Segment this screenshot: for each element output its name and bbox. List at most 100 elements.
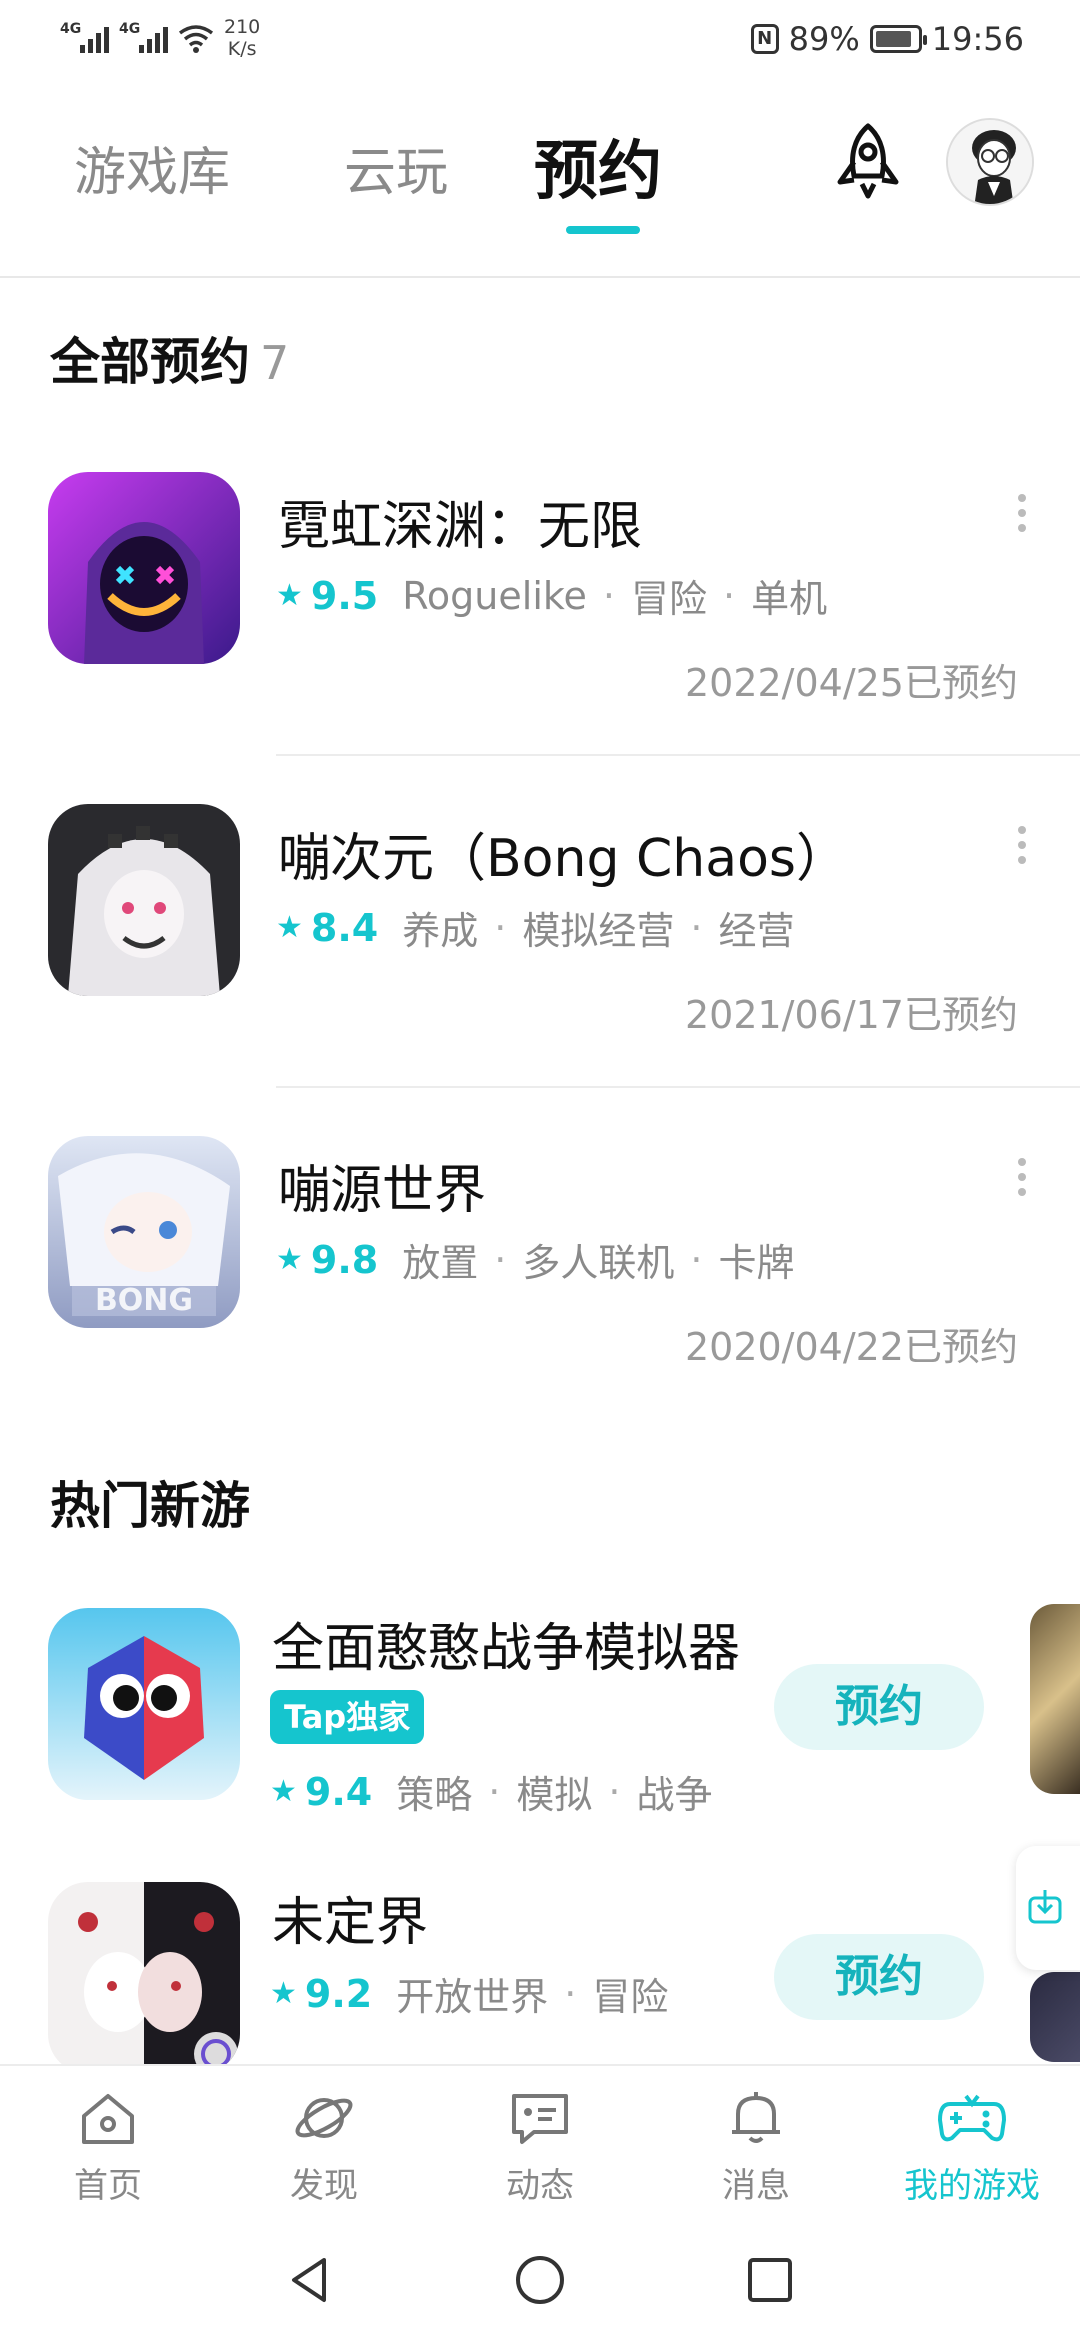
speed-unit: K/s: [227, 38, 257, 60]
list-item[interactable]: BONG 嘣源世界 ★ 9.8 放置 · 多人联机 · 卡牌 2020/04/22已…: [0, 1134, 1080, 1374]
game-tag: 经营: [718, 909, 795, 953]
star-icon: ★: [270, 1774, 297, 1809]
clock: 19:56: [931, 20, 1024, 58]
chat-icon: [512, 2094, 568, 2144]
list-item[interactable]: 霓虹深渊：无限 ★ 9.5 Roguelike · 冒险 · 单机 2022/04/…: [0, 470, 1080, 710]
reserve-button[interactable]: 预约: [774, 1664, 984, 1750]
game-tag: 模拟: [516, 1773, 593, 1817]
bottom-navigation: 首页 发现 动态 消息 我的游戏: [0, 2064, 1080, 2224]
game-rating: 8.4: [310, 905, 379, 950]
star-icon: ★: [276, 910, 303, 945]
game-rating: 9.8: [310, 1237, 379, 1282]
top-tabs: 游戏库 云玩 预约: [0, 120, 1080, 240]
nfc-icon: N: [750, 24, 779, 54]
tag-separator: ·: [690, 905, 703, 950]
game-name[interactable]: 嘣次元（Bong Chaos）: [278, 816, 848, 891]
game-rating: 9.5: [310, 573, 379, 618]
recents-icon[interactable]: [742, 2252, 798, 2308]
bell-icon: [732, 2092, 780, 2143]
game-rating: 9.4: [304, 1769, 373, 1814]
planet-icon: [295, 2098, 353, 2138]
next-card-peek[interactable]: [1030, 1604, 1080, 1794]
game-tag: 模拟经营: [522, 909, 675, 953]
active-tab-indicator: [566, 226, 640, 234]
list-item[interactable]: 嘣次元（Bong Chaos） ★ 8.4 养成 · 模拟经营 · 经营 2021/…: [0, 802, 1080, 1042]
section-title-all-reservations: 全部预约: [50, 333, 250, 391]
more-options-icon[interactable]: [1012, 494, 1032, 540]
reserved-date: 2022/04/25已预约: [684, 661, 1018, 705]
nav-discover[interactable]: 发现: [234, 2088, 414, 2207]
rocket-icon[interactable]: [830, 122, 906, 202]
star-icon: ★: [270, 1976, 297, 2011]
nav-messages[interactable]: 消息: [666, 2088, 846, 2207]
section-title-hot-new: 热门新游: [50, 1477, 250, 1535]
game-icon: [48, 1608, 240, 1800]
battery-fill: [875, 31, 912, 47]
gamepad-icon: [938, 2094, 1006, 2142]
more-options-icon[interactable]: [1012, 826, 1032, 872]
section-all-reservations: 全部预约 7: [50, 322, 289, 394]
home-icon: [82, 2094, 134, 2144]
svg-text:BONG: BONG: [95, 1283, 193, 1318]
tab-reservations[interactable]: 预约: [534, 120, 662, 212]
nav-feed-label: 动态: [506, 2166, 574, 2206]
signal-icon-2: 4G: [119, 21, 168, 53]
game-meta: ★ 9.8 放置 · 多人联机 · 卡牌: [276, 1232, 794, 1287]
star-icon: ★: [276, 1242, 303, 1277]
tag-separator: ·: [690, 1237, 703, 1282]
network-type-1: 4G: [60, 21, 82, 37]
wifi-icon: [178, 25, 214, 53]
game-tag: 单机: [751, 577, 828, 621]
status-bar: 4G 4G 210 K/s N 89% 19:56: [0, 0, 1080, 80]
list-item[interactable]: 全面憨憨战争模拟器 Tap独家 ★ 9.4 策略 · 模拟 · 战争 预约: [0, 1606, 1080, 1817]
game-name[interactable]: 全面憨憨战争模拟器: [272, 1606, 740, 1681]
battery-percent: 89%: [788, 20, 860, 58]
game-tag: 卡牌: [718, 1241, 795, 1285]
back-icon[interactable]: [282, 2252, 338, 2308]
reserve-button[interactable]: 预约: [774, 1934, 984, 2020]
avatar-image: [948, 120, 1032, 204]
game-tag: 放置: [402, 1241, 479, 1285]
game-tag: 战争: [636, 1773, 713, 1817]
nav-messages-label: 消息: [722, 2166, 790, 2206]
home-circle-icon[interactable]: [512, 2252, 568, 2308]
game-meta: ★ 9.2 开放世界 · 冒险: [270, 1966, 668, 2021]
network-speed: 210 K/s: [224, 16, 260, 60]
game-tag: 策略: [396, 1773, 473, 1817]
game-tag: Roguelike: [402, 573, 587, 618]
section-hot-new-games: 热门新游: [50, 1466, 250, 1538]
game-tag: 多人联机: [522, 1241, 675, 1285]
next-card-peek[interactable]: [1030, 1972, 1080, 2062]
nav-my-games[interactable]: 我的游戏: [882, 2088, 1062, 2207]
row-divider: [276, 1086, 1080, 1088]
game-tag: 养成: [402, 909, 479, 953]
game-name[interactable]: 未定界: [272, 1880, 428, 1955]
game-name[interactable]: 嘣源世界: [278, 1148, 486, 1223]
nav-home[interactable]: 首页: [18, 2088, 198, 2207]
game-icon: [48, 1882, 240, 2074]
signal-icon-1: 4G: [60, 21, 109, 53]
floating-download-button[interactable]: [1016, 1846, 1080, 1970]
more-options-icon[interactable]: [1012, 1158, 1032, 1204]
list-item[interactable]: 未定界 ★ 9.2 开放世界 · 冒险 预约: [0, 1880, 1080, 2074]
tab-game-library[interactable]: 游戏库: [74, 130, 230, 205]
game-name[interactable]: 霓虹深渊：无限: [278, 484, 642, 559]
network-type-2: 4G: [119, 21, 141, 37]
download-icon: [1028, 1890, 1062, 1924]
tag-separator: ·: [494, 905, 507, 950]
tag-separator: ·: [488, 1769, 501, 1814]
nav-home-label: 首页: [74, 2166, 142, 2206]
reserved-date: 2020/04/22已预约: [684, 1325, 1018, 1369]
row-divider: [276, 754, 1080, 756]
game-tag: 冒险: [631, 577, 708, 621]
game-meta: ★ 9.4 策略 · 模拟 · 战争: [270, 1764, 712, 1819]
tag-separator: ·: [723, 573, 736, 618]
speed-value: 210: [224, 16, 261, 38]
reserved-date: 2021/06/17已预约: [684, 993, 1018, 1037]
tag-separator: ·: [564, 1971, 577, 2016]
game-icon: [48, 472, 240, 664]
nav-feed[interactable]: 动态: [450, 2088, 630, 2207]
tab-cloud-play[interactable]: 云玩: [344, 130, 448, 205]
battery-icon: [869, 25, 927, 53]
avatar[interactable]: [946, 118, 1034, 206]
